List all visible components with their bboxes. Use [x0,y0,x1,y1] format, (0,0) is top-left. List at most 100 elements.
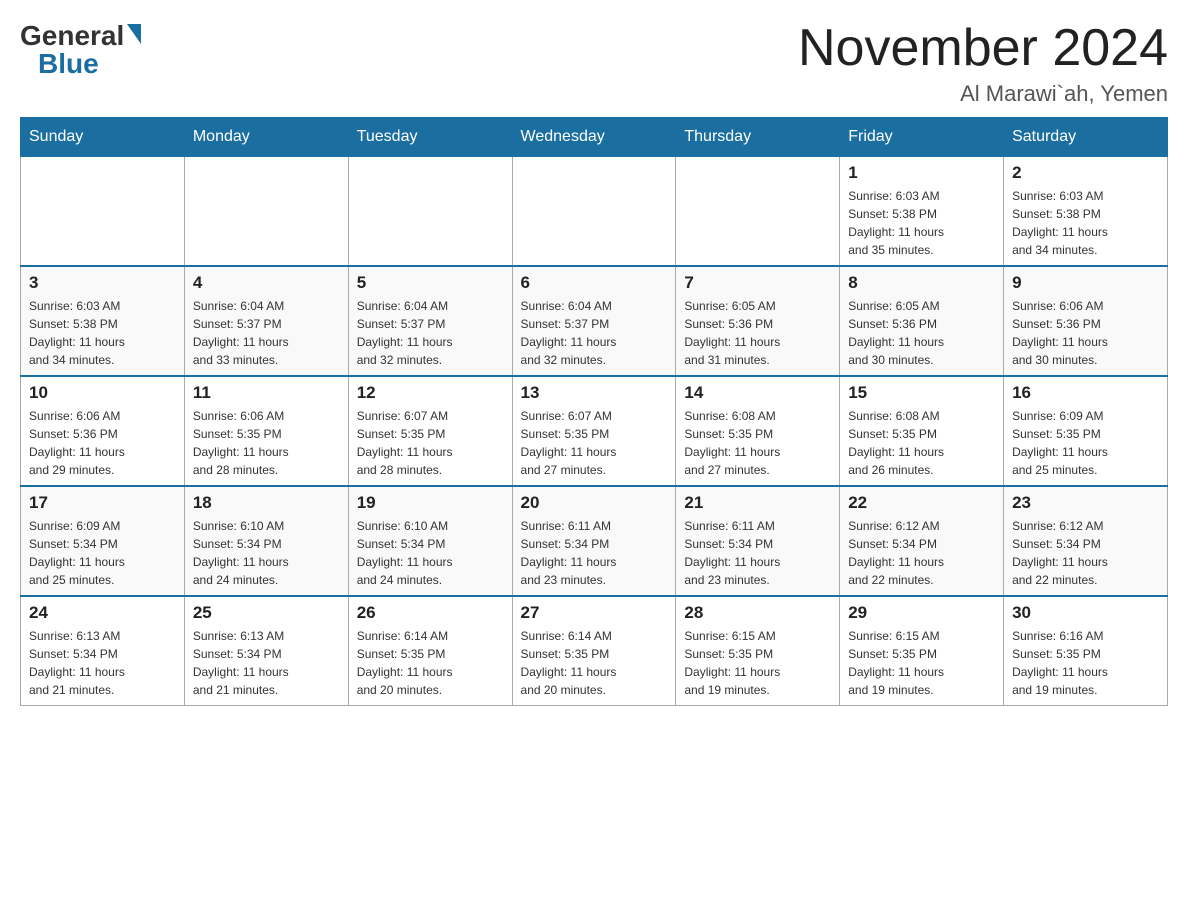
calendar-cell: 22 Sunrise: 6:12 AMSunset: 5:34 PMDayligh… [840,486,1004,596]
day-info: Sunrise: 6:06 AMSunset: 5:36 PMDaylight:… [29,407,176,479]
day-number: 17 [29,493,176,513]
calendar-table: SundayMondayTuesdayWednesdayThursdayFrid… [20,117,1168,706]
day-number: 14 [684,383,831,403]
calendar-cell: 14 Sunrise: 6:08 AMSunset: 5:35 PMDayligh… [676,376,840,486]
day-info: Sunrise: 6:04 AMSunset: 5:37 PMDaylight:… [193,297,340,369]
day-number: 26 [357,603,504,623]
calendar-cell: 29 Sunrise: 6:15 AMSunset: 5:35 PMDayligh… [840,596,1004,706]
calendar-cell: 13Sunrise: 6:07 AMSunset: 5:35 PMDayligh… [512,376,676,486]
day-info: Sunrise: 6:03 AMSunset: 5:38 PMDaylight:… [29,297,176,369]
calendar-cell: 3 Sunrise: 6:03 AMSunset: 5:38 PMDaylight… [21,266,185,376]
month-title: November 2024 [798,20,1168,77]
day-number: 30 [1012,603,1159,623]
calendar-day-header: Friday [840,118,1004,157]
calendar-cell: 10 Sunrise: 6:06 AMSunset: 5:36 PMDayligh… [21,376,185,486]
calendar-cell: 15Sunrise: 6:08 AMSunset: 5:35 PMDayligh… [840,376,1004,486]
day-number: 10 [29,383,176,403]
calendar-cell: 26 Sunrise: 6:14 AMSunset: 5:35 PMDayligh… [348,596,512,706]
day-info: Sunrise: 6:13 AMSunset: 5:34 PMDaylight:… [29,627,176,699]
day-number: 3 [29,273,176,293]
day-number: 20 [521,493,668,513]
calendar-cell: 7 Sunrise: 6:05 AMSunset: 5:36 PMDaylight… [676,266,840,376]
day-info: Sunrise: 6:06 AMSunset: 5:35 PMDaylight:… [193,407,340,479]
day-info: Sunrise: 6:04 AMSunset: 5:37 PMDaylight:… [357,297,504,369]
day-info: Sunrise: 6:14 AMSunset: 5:35 PMDaylight:… [521,627,668,699]
calendar-week-row: 10 Sunrise: 6:06 AMSunset: 5:36 PMDayligh… [21,376,1168,486]
day-info: Sunrise: 6:10 AMSunset: 5:34 PMDaylight:… [193,517,340,589]
day-info: Sunrise: 6:04 AMSunset: 5:37 PMDaylight:… [521,297,668,369]
calendar-cell: 1Sunrise: 6:03 AMSunset: 5:38 PMDaylight… [840,157,1004,267]
calendar-cell [184,157,348,267]
calendar-cell: 23 Sunrise: 6:12 AMSunset: 5:34 PMDayligh… [1004,486,1168,596]
logo-triangle-icon [127,24,141,44]
calendar-cell: 20 Sunrise: 6:11 AMSunset: 5:34 PMDayligh… [512,486,676,596]
calendar-cell: 12 Sunrise: 6:07 AMSunset: 5:35 PMDayligh… [348,376,512,486]
day-info: Sunrise: 6:12 AMSunset: 5:34 PMDaylight:… [848,517,995,589]
day-info: Sunrise: 6:08 AMSunset: 5:35 PMDaylight:… [848,407,995,479]
day-info: Sunrise: 6:12 AMSunset: 5:34 PMDaylight:… [1012,517,1159,589]
calendar-day-header: Sunday [21,118,185,157]
day-info: Sunrise: 6:13 AMSunset: 5:34 PMDaylight:… [193,627,340,699]
day-number: 8 [848,273,995,293]
logo: General Blue [20,20,141,80]
day-info: Sunrise: 6:07 AMSunset: 5:35 PMDaylight:… [357,407,504,479]
day-number: 27 [521,603,668,623]
day-info: Sunrise: 6:11 AMSunset: 5:34 PMDaylight:… [521,517,668,589]
day-number: 24 [29,603,176,623]
day-number: 22 [848,493,995,513]
day-info: Sunrise: 6:05 AMSunset: 5:36 PMDaylight:… [848,297,995,369]
calendar-cell: 6 Sunrise: 6:04 AMSunset: 5:37 PMDaylight… [512,266,676,376]
day-info: Sunrise: 6:09 AMSunset: 5:35 PMDaylight:… [1012,407,1159,479]
calendar-cell: 9Sunrise: 6:06 AMSunset: 5:36 PMDaylight… [1004,266,1168,376]
day-number: 23 [1012,493,1159,513]
day-number: 9 [1012,273,1159,293]
calendar-cell: 28Sunrise: 6:15 AMSunset: 5:35 PMDayligh… [676,596,840,706]
calendar-cell [512,157,676,267]
day-number: 18 [193,493,340,513]
calendar-cell: 5 Sunrise: 6:04 AMSunset: 5:37 PMDaylight… [348,266,512,376]
day-number: 11 [193,383,340,403]
calendar-cell: 8 Sunrise: 6:05 AMSunset: 5:36 PMDaylight… [840,266,1004,376]
page-header: General Blue November 2024 Al Marawi`ah,… [20,20,1168,107]
calendar-cell [676,157,840,267]
calendar-cell: 24 Sunrise: 6:13 AMSunset: 5:34 PMDayligh… [21,596,185,706]
day-number: 25 [193,603,340,623]
calendar-day-header: Saturday [1004,118,1168,157]
day-number: 12 [357,383,504,403]
logo-blue-word: Blue [38,48,99,80]
day-info: Sunrise: 6:14 AMSunset: 5:35 PMDaylight:… [357,627,504,699]
day-info: Sunrise: 6:08 AMSunset: 5:35 PMDaylight:… [684,407,831,479]
calendar-day-header: Thursday [676,118,840,157]
day-number: 6 [521,273,668,293]
calendar-week-row: 1Sunrise: 6:03 AMSunset: 5:38 PMDaylight… [21,157,1168,267]
day-number: 29 [848,603,995,623]
calendar-cell [348,157,512,267]
calendar-cell: 11 Sunrise: 6:06 AMSunset: 5:35 PMDayligh… [184,376,348,486]
calendar-cell: 16 Sunrise: 6:09 AMSunset: 5:35 PMDayligh… [1004,376,1168,486]
day-number: 16 [1012,383,1159,403]
calendar-cell: 17 Sunrise: 6:09 AMSunset: 5:34 PMDayligh… [21,486,185,596]
day-number: 13 [521,383,668,403]
calendar-week-row: 24 Sunrise: 6:13 AMSunset: 5:34 PMDayligh… [21,596,1168,706]
day-number: 7 [684,273,831,293]
day-info: Sunrise: 6:09 AMSunset: 5:34 PMDaylight:… [29,517,176,589]
location-title: Al Marawi`ah, Yemen [798,81,1168,107]
calendar-cell: 21Sunrise: 6:11 AMSunset: 5:34 PMDayligh… [676,486,840,596]
title-block: November 2024 Al Marawi`ah, Yemen [798,20,1168,107]
day-number: 19 [357,493,504,513]
calendar-cell: 18 Sunrise: 6:10 AMSunset: 5:34 PMDayligh… [184,486,348,596]
day-number: 5 [357,273,504,293]
calendar-week-row: 3 Sunrise: 6:03 AMSunset: 5:38 PMDaylight… [21,266,1168,376]
day-info: Sunrise: 6:05 AMSunset: 5:36 PMDaylight:… [684,297,831,369]
day-number: 2 [1012,163,1159,183]
calendar-cell: 27 Sunrise: 6:14 AMSunset: 5:35 PMDayligh… [512,596,676,706]
day-info: Sunrise: 6:15 AMSunset: 5:35 PMDaylight:… [848,627,995,699]
day-info: Sunrise: 6:03 AMSunset: 5:38 PMDaylight:… [1012,187,1159,259]
calendar-cell: 2 Sunrise: 6:03 AMSunset: 5:38 PMDaylight… [1004,157,1168,267]
day-info: Sunrise: 6:16 AMSunset: 5:35 PMDaylight:… [1012,627,1159,699]
calendar-cell: 19 Sunrise: 6:10 AMSunset: 5:34 PMDayligh… [348,486,512,596]
day-info: Sunrise: 6:10 AMSunset: 5:34 PMDaylight:… [357,517,504,589]
calendar-header-row: SundayMondayTuesdayWednesdayThursdayFrid… [21,118,1168,157]
day-info: Sunrise: 6:15 AMSunset: 5:35 PMDaylight:… [684,627,831,699]
calendar-cell: 30 Sunrise: 6:16 AMSunset: 5:35 PMDayligh… [1004,596,1168,706]
